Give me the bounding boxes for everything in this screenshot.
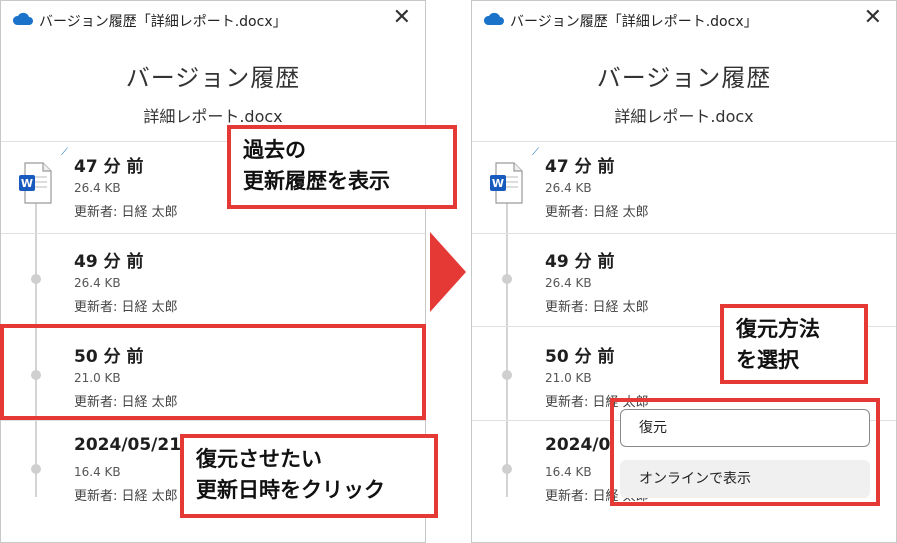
title-bar: バージョン履歴「詳細レポート.docx」 ✕ (1, 1, 425, 41)
version-time: 2024/05/21 ( (74, 435, 195, 455)
window-title: バージョン履歴「詳細レポート.docx」 (39, 14, 287, 30)
version-author: 更新者: 日経 太郎 (545, 205, 649, 220)
version-time: 50 分 前 (545, 347, 615, 367)
version-size: 21.0 KB (545, 371, 592, 385)
callout-history: 過去の 更新履歴を表示 (227, 125, 457, 209)
version-author: 更新者: 日経 太郎 (74, 489, 178, 504)
version-size: 26.4 KB (74, 276, 121, 290)
callout-line: 更新日時をクリック (196, 478, 385, 502)
version-author: 更新者: 日経 太郎 (74, 300, 178, 315)
callout-method: 復元方法 を選択 (720, 304, 868, 384)
version-time: 47 分 前 (545, 157, 615, 177)
version-author: 更新者: 日経 太郎 (545, 300, 649, 315)
version-size: 26.4 KB (545, 276, 592, 290)
menu-highlight (610, 398, 880, 506)
callout-line: 過去の (243, 138, 306, 162)
version-time: 49 分 前 (545, 252, 615, 272)
page-title: バージョン履歴 (125, 64, 301, 92)
window-title: バージョン履歴「詳細レポート.docx」 (510, 14, 758, 30)
callout-line: を選択 (736, 348, 799, 372)
version-author: 更新者: 日経 太郎 (74, 205, 178, 220)
callout-line: 復元方法 (736, 317, 820, 341)
divider (1, 420, 425, 421)
version-time: 2024/0 (545, 435, 611, 455)
version-size: 16.4 KB (74, 465, 121, 479)
callout-line: 更新履歴を表示 (243, 169, 390, 193)
version-time: 47 分 前 (74, 157, 144, 177)
file-name: 詳細レポート.docx (614, 107, 754, 126)
divider (472, 233, 896, 234)
version-size: 26.4 KB (545, 181, 592, 195)
onedrive-cloud-icon (12, 12, 33, 25)
close-icon[interactable]: ✕ (393, 7, 411, 29)
onedrive-cloud-icon (483, 12, 504, 25)
divider (472, 141, 896, 142)
arrow-right-icon (430, 232, 466, 312)
close-icon[interactable]: ✕ (864, 7, 882, 29)
version-size: 16.4 KB (545, 465, 592, 479)
callout-line: 復元させたい (196, 447, 322, 471)
version-entry[interactable]: 47 分 前 26.4 KB 更新者: 日経 太郎 (472, 144, 896, 234)
version-size: 26.4 KB (74, 181, 121, 195)
page-title: バージョン履歴 (596, 64, 772, 92)
file-name: 詳細レポート.docx (143, 107, 283, 126)
selected-entry-highlight (0, 324, 426, 420)
version-entry[interactable]: 49 分 前 26.4 KB 更新者: 日経 太郎 (1, 241, 425, 331)
divider (1, 233, 425, 234)
callout-click: 復元させたい 更新日時をクリック (180, 434, 438, 518)
version-time: 49 分 前 (74, 252, 144, 272)
title-bar: バージョン履歴「詳細レポート.docx」 ✕ (472, 1, 896, 41)
